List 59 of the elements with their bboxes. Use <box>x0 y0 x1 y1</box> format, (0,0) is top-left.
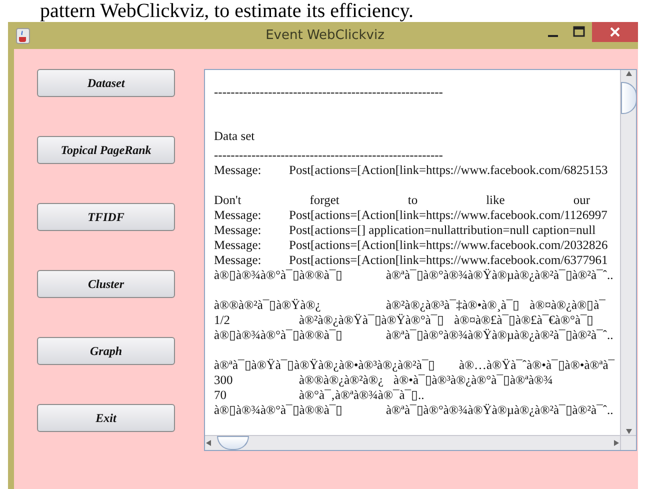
output-text: à®²à®¿à®³à¯‡à®•à®¸à¯▯ <box>386 298 520 313</box>
scroll-up-icon[interactable] <box>624 70 632 78</box>
output-text: to <box>408 193 418 208</box>
action-button[interactable]: Dataset <box>37 69 175 97</box>
action-button[interactable]: Topical PageRank <box>37 136 175 164</box>
close-icon <box>609 26 621 38</box>
output-text: Message: <box>214 223 262 238</box>
output-text: Message: <box>214 163 262 178</box>
output-text: Post[actions=[Action[link=https://www.facebook.com/2032826 <box>289 238 608 253</box>
output-text: 1/2 <box>214 313 231 328</box>
horizontal-scrollbar[interactable] <box>205 435 620 450</box>
output-text: our <box>573 193 590 208</box>
caption-text: pattern WebClickviz, to estimate its efficiency. <box>40 0 414 22</box>
output-text: à®ªà¯▯à®°à®¾à®Ÿà®µà®¿à®²à¯▯à®²à¯ˆ.. <box>386 268 614 283</box>
output-text: Don't <box>214 193 242 208</box>
output-text: à®¤à®£à¯▯à®£à¯€à®°à¯▯ <box>454 313 594 328</box>
scroll-thumb[interactable] <box>620 82 636 114</box>
scroll-right-icon[interactable] <box>612 439 620 447</box>
output-text: à®▯à®¾à®°à¯▯à®®à¯▯ <box>214 268 344 283</box>
output-text: Data set <box>214 129 255 144</box>
output-text: à®ªà¯▯à®°à®¾à®Ÿà®µà®¿à®²à¯▯à®²à¯ˆ.. <box>386 403 614 418</box>
separator-line-text: ------------------------------------------------------- <box>214 148 443 163</box>
action-button[interactable]: TFIDF <box>37 203 175 231</box>
output-text: Post[actions=[Action[link=https://www.facebook.com/1126997 <box>289 208 608 223</box>
action-button[interactable]: Exit <box>37 404 175 432</box>
output-text-area[interactable] <box>204 69 637 451</box>
java-cup-icon <box>16 28 30 44</box>
output-text: à®…à®Ÿà¯ˆà®•à¯▯à®•à®ªà¯ <box>459 358 615 373</box>
output-text: like <box>486 193 505 208</box>
output-text: Post[actions=[Action[link=https://www.facebook.com/6825153 <box>289 163 608 178</box>
scroll-left-icon[interactable] <box>205 439 213 447</box>
output-text: à®°à¯‚à®ªà®¾à®¯à¯▯.. <box>299 388 424 403</box>
output-text: Message: <box>214 238 262 253</box>
output-text: Message: <box>214 253 262 268</box>
output-text: 300 <box>214 373 234 388</box>
output-text: à®▯à®¾à®°à¯▯à®®à¯▯ <box>214 328 344 343</box>
action-button[interactable]: Graph <box>37 337 175 365</box>
output-text: Message: <box>214 208 262 223</box>
scroll-thumb[interactable] <box>217 436 249 450</box>
output-text: Post[actions=[] application=nullattribution=null caption=null <box>289 223 596 238</box>
output-text: à®ªà¯▯à®°à®¾à®Ÿà®µà®¿à®²à¯▯à®²à¯ˆ.. <box>386 328 614 343</box>
close-button[interactable] <box>592 22 638 42</box>
scrollbar-corner <box>620 435 636 450</box>
output-text: 70 <box>214 388 228 403</box>
output-text: à®ªà¯▯à®Ÿà¯▯à®Ÿà®¿à®•à®³à®¿à®²à¯▯ <box>214 358 436 373</box>
output-text: Post[actions=[Action[link=https://www.facebook.com/6377961 <box>289 253 608 268</box>
output-text: à®²à®¿à®Ÿà¯▯à®Ÿà®°à¯▯ <box>299 313 444 328</box>
vertical-scrollbar[interactable] <box>620 70 636 435</box>
action-button[interactable]: Cluster <box>37 270 175 298</box>
output-text: à®▯à®¾à®°à¯▯à®®à¯▯ <box>214 403 344 418</box>
output-text: à®®à®¿à®²à®¿ <box>299 373 384 388</box>
minimize-icon <box>548 35 558 37</box>
separator-line-text: ------------------------------------------------------- <box>214 85 443 100</box>
output-text: forget <box>310 193 340 208</box>
output-text: à®•à¯▯à®³à®¿à®°à¯▯à®ªà®¾ <box>394 373 553 388</box>
output-text: à®®à®²à¯▯à®Ÿà®¿ <box>214 298 322 313</box>
output-text: à®¤à®¿à®▯à¯ <box>530 298 606 313</box>
maximize-icon <box>573 26 585 38</box>
window-title: Event WebClickviz <box>264 28 386 43</box>
